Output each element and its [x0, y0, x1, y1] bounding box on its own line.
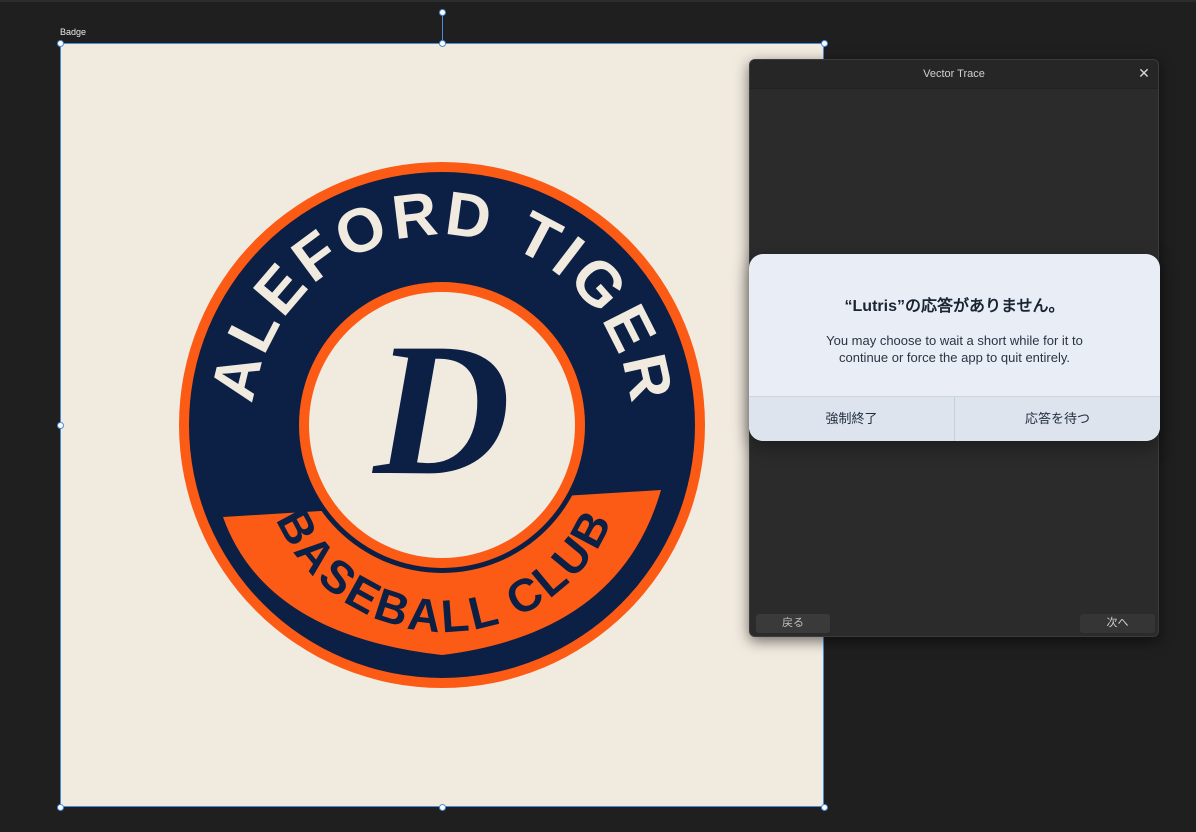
- alert-message: You may choose to wait a short while for…: [826, 333, 1083, 365]
- wait-button[interactable]: 応答を待つ: [954, 397, 1160, 441]
- back-button[interactable]: 戻る: [756, 614, 830, 633]
- alert-title: “Lutris”の応答がありません。: [844, 298, 1065, 315]
- badge-logo[interactable]: DALEFORD TIGERS BASEBALL CLUB D: [60, 43, 824, 807]
- resize-handle-bottom[interactable]: [439, 804, 446, 811]
- artboard-label[interactable]: Badge: [60, 27, 86, 37]
- logo-monogram: D: [371, 305, 510, 515]
- panel-title: Vector Trace: [923, 68, 985, 80]
- panel-header: Vector Trace ✕: [750, 60, 1158, 89]
- force-quit-button[interactable]: 強制終了: [749, 397, 954, 441]
- window-top-edge: [0, 0, 1196, 2]
- resize-handle-top[interactable]: [439, 40, 446, 47]
- resize-handle-bottom-right[interactable]: [821, 804, 828, 811]
- resize-handle-left[interactable]: [57, 422, 64, 429]
- resize-handle-bottom-left[interactable]: [57, 804, 64, 811]
- rotation-handle-line: [442, 13, 443, 43]
- rotation-handle[interactable]: [439, 9, 446, 16]
- close-icon[interactable]: ✕: [1136, 65, 1152, 81]
- artboard-badge[interactable]: DALEFORD TIGERS BASEBALL CLUB D: [60, 43, 824, 807]
- next-button[interactable]: 次へ: [1080, 614, 1155, 633]
- resize-handle-top-right[interactable]: [821, 40, 828, 47]
- app-not-responding-alert: “Lutris”の応答がありません。 You may choose to wai…: [749, 254, 1160, 441]
- resize-handle-top-left[interactable]: [57, 40, 64, 47]
- alert-button-row: 強制終了 応答を待つ: [749, 396, 1160, 441]
